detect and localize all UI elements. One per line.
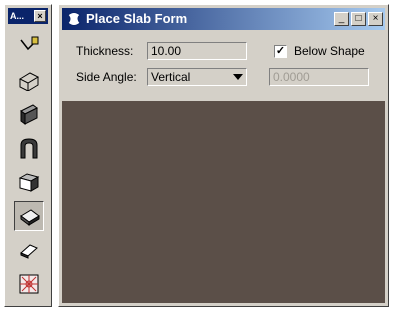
thickness-input[interactable]: 10.00 [147, 42, 247, 60]
place-shape-tool-icon [20, 36, 39, 51]
chevron-down-icon [233, 74, 243, 80]
box-tool[interactable] [14, 167, 44, 197]
arch-icon [20, 138, 38, 159]
slab-solid-tool[interactable] [14, 99, 44, 129]
tool-palette: A... × [4, 4, 52, 307]
slab-wireframe-tool[interactable] [14, 65, 44, 95]
side-angle-value: Vertical [151, 70, 191, 84]
palette-close-button[interactable]: × [34, 10, 46, 22]
maximize-button[interactable]: □ [351, 12, 366, 26]
window-titlebar[interactable]: Place Slab Form _ □ × [62, 8, 385, 30]
palette-title: A... [10, 11, 25, 21]
eraser-tool[interactable] [14, 235, 44, 265]
arch-tool[interactable] [14, 133, 44, 163]
place-slab-form-window: Place Slab Form _ □ × Thickness: 10.00 ✓… [58, 4, 389, 307]
side-angle-select[interactable]: Vertical [147, 68, 247, 86]
side-angle-label: Side Angle: [76, 70, 137, 84]
angle-input[interactable]: 0.0000 [269, 68, 369, 86]
place-slab-icon [20, 209, 40, 226]
below-shape-checkbox[interactable]: ✓ [274, 45, 287, 58]
grid-target-tool[interactable] [14, 269, 44, 299]
place-slab-tool[interactable] [14, 201, 44, 231]
view-area[interactable] [62, 101, 385, 303]
close-button[interactable]: × [368, 12, 383, 26]
slab-solid-icon [20, 104, 38, 125]
place-shape-tool[interactable] [14, 31, 44, 61]
minimize-button[interactable]: _ [334, 12, 349, 26]
window-title: Place Slab Form [86, 11, 188, 26]
below-shape-label: Below Shape [294, 44, 365, 58]
eraser-icon [20, 244, 38, 259]
slab-wireframe-icon [18, 72, 40, 91]
box-icon [18, 173, 40, 192]
thickness-label: Thickness: [76, 44, 134, 58]
grid-target-icon [19, 274, 39, 294]
app-icon [67, 12, 81, 26]
slab-options-form: Thickness: 10.00 ✓ Below Shape Side Angl… [62, 31, 385, 97]
palette-titlebar[interactable]: A... × [8, 8, 48, 24]
